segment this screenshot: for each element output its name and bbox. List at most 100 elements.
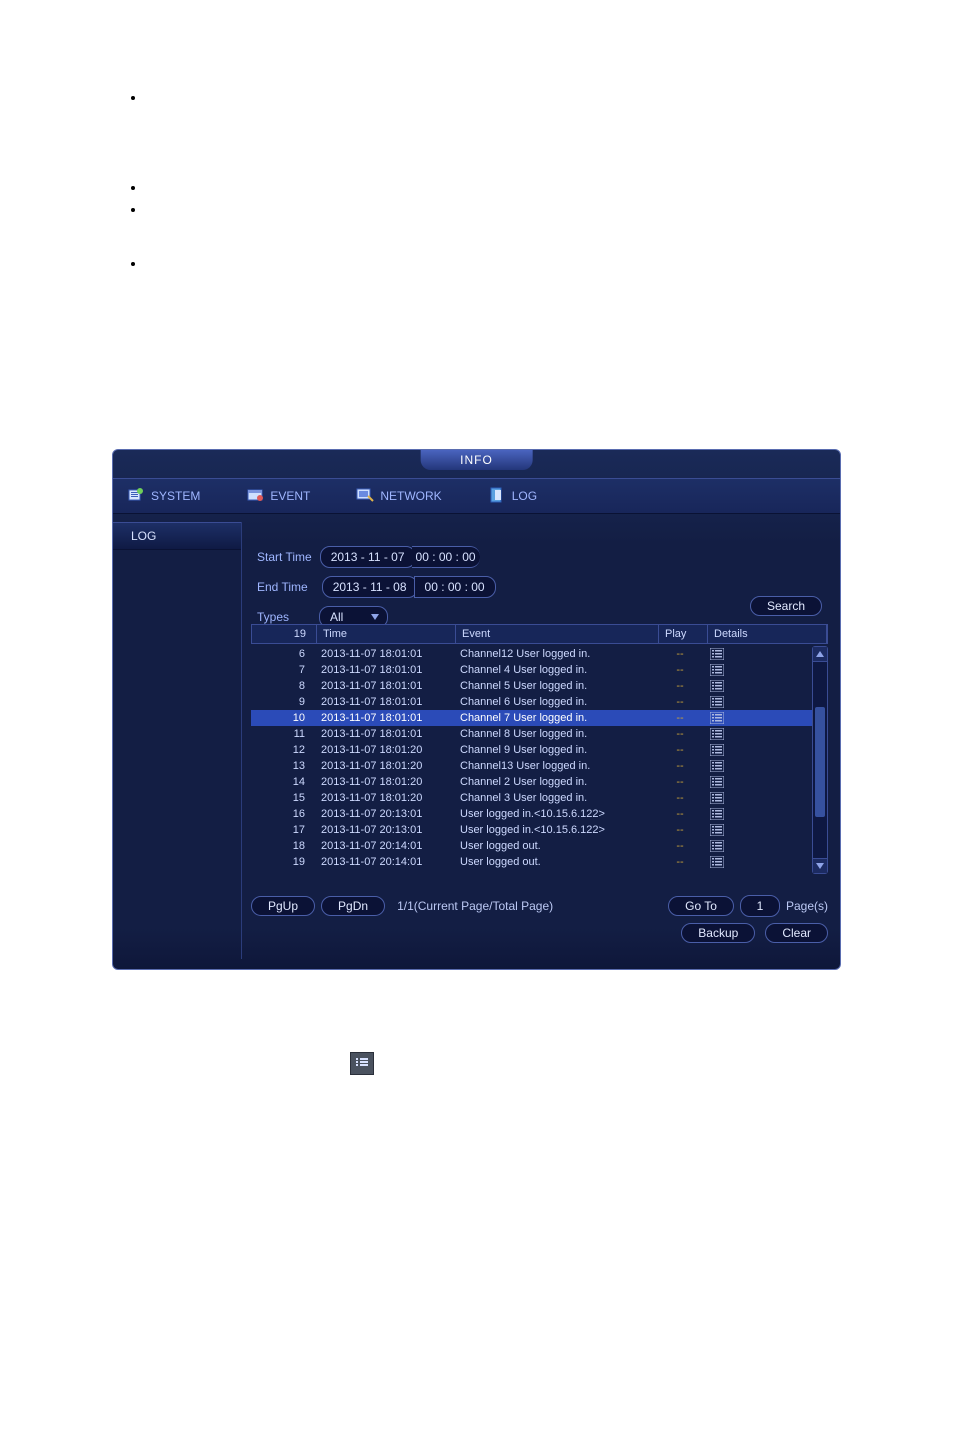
cell-index: 11 — [251, 728, 315, 740]
details-icon[interactable] — [710, 696, 724, 708]
cell-event: Channel 3 User logged in. — [454, 792, 656, 804]
col-time-header[interactable]: Time — [317, 625, 456, 643]
details-icon[interactable] — [710, 824, 724, 836]
details-icon[interactable] — [710, 664, 724, 676]
table-row[interactable]: 152013-11-07 18:01:20Channel 3 User logg… — [251, 790, 812, 806]
cell-time: 2013-11-07 18:01:20 — [315, 776, 454, 788]
cell-details[interactable] — [704, 824, 812, 836]
cell-details[interactable] — [704, 712, 812, 724]
clear-button[interactable]: Clear — [765, 923, 828, 943]
cell-details[interactable] — [704, 648, 812, 660]
grid-header: 19 Time Event Play Details — [251, 624, 828, 644]
cell-time: 2013-11-07 18:01:01 — [315, 680, 454, 692]
cell-event: Channel 5 User logged in. — [454, 680, 656, 692]
start-time-label: Start Time — [257, 550, 312, 564]
cell-index: 7 — [251, 664, 315, 676]
table-row[interactable]: 192013-11-07 20:14:01User logged out.-- — [251, 854, 812, 870]
table-row[interactable]: 92013-11-07 18:01:01Channel 6 User logge… — [251, 694, 812, 710]
table-row[interactable]: 102013-11-07 18:01:01Channel 7 User logg… — [251, 710, 812, 726]
count-header: 19 — [252, 625, 317, 643]
details-icon[interactable] — [710, 744, 724, 756]
scrollbar[interactable] — [812, 646, 828, 874]
end-date-input[interactable]: 2013 - 11 - 08 — [322, 576, 418, 598]
sidebar: LOG — [113, 522, 242, 959]
details-icon[interactable] — [710, 840, 724, 852]
pgdn-button[interactable]: PgDn — [321, 896, 385, 916]
details-icon[interactable] — [710, 776, 724, 788]
col-event-header[interactable]: Event — [456, 625, 659, 643]
details-icon[interactable] — [710, 712, 724, 724]
cell-event: Channel12 User logged in. — [454, 648, 656, 660]
details-icon[interactable] — [710, 856, 724, 868]
table-row[interactable]: 132013-11-07 18:01:20Channel13 User logg… — [251, 758, 812, 774]
cell-index: 19 — [251, 856, 315, 868]
cell-details[interactable] — [704, 776, 812, 788]
search-button[interactable]: Search — [750, 596, 822, 616]
bullet-item — [145, 202, 954, 212]
scroll-thumb[interactable] — [815, 707, 825, 817]
table-row[interactable]: 142013-11-07 18:01:20Channel 2 User logg… — [251, 774, 812, 790]
cell-event: Channel 6 User logged in. — [454, 696, 656, 708]
table-row[interactable]: 62013-11-07 18:01:01Channel12 User logge… — [251, 646, 812, 662]
page-number-input[interactable]: 1 — [740, 895, 780, 917]
end-time-row: End Time 2013 - 11 - 08 00 : 00 : 00 — [257, 576, 828, 598]
table-row[interactable]: 82013-11-07 18:01:01Channel 5 User logge… — [251, 678, 812, 694]
cell-time: 2013-11-07 20:13:01 — [315, 824, 454, 836]
start-time-input[interactable]: 00 : 00 : 00 — [412, 546, 480, 568]
details-icon[interactable] — [710, 728, 724, 740]
details-icon[interactable] — [710, 760, 724, 772]
log-icon — [488, 486, 506, 507]
details-icon[interactable] — [710, 680, 724, 692]
cell-details[interactable] — [704, 744, 812, 756]
details-icon[interactable] — [710, 648, 724, 660]
chevron-down-icon — [371, 614, 379, 620]
cell-details[interactable] — [704, 856, 812, 868]
backup-button[interactable]: Backup — [681, 923, 755, 943]
scroll-up-button[interactable] — [813, 647, 827, 662]
log-grid: 19 Time Event Play Details 62013-11-07 1… — [251, 624, 828, 874]
table-row[interactable]: 72013-11-07 18:01:01Channel 4 User logge… — [251, 662, 812, 678]
cell-details[interactable] — [704, 728, 812, 740]
table-row[interactable]: 182013-11-07 20:14:01User logged out.-- — [251, 838, 812, 854]
cell-details[interactable] — [704, 680, 812, 692]
sidebar-item-log[interactable]: LOG — [113, 522, 241, 550]
end-time-input[interactable]: 00 : 00 : 00 — [414, 576, 496, 598]
cell-details[interactable] — [704, 808, 812, 820]
types-label: Types — [257, 610, 289, 624]
pgup-button[interactable]: PgUp — [251, 896, 315, 916]
cell-event: User logged in.<10.15.6.122> — [454, 824, 656, 836]
col-play-header[interactable]: Play — [659, 625, 708, 643]
cell-play: -- — [656, 808, 704, 820]
tab-network[interactable]: NETWORK — [356, 486, 441, 507]
value: All — [330, 610, 343, 624]
tab-log[interactable]: LOG — [488, 486, 537, 507]
cell-play: -- — [656, 824, 704, 836]
details-icon[interactable] — [710, 808, 724, 820]
cell-index: 17 — [251, 824, 315, 836]
pages-suffix-label: Page(s) — [786, 899, 828, 913]
cell-index: 16 — [251, 808, 315, 820]
table-row[interactable]: 122013-11-07 18:01:20Channel 9 User logg… — [251, 742, 812, 758]
table-row[interactable]: 112013-11-07 18:01:01Channel 8 User logg… — [251, 726, 812, 742]
cell-play: -- — [656, 712, 704, 724]
table-row[interactable]: 172013-11-07 20:13:01User logged in.<10.… — [251, 822, 812, 838]
table-row[interactable]: 162013-11-07 20:13:01User logged in.<10.… — [251, 806, 812, 822]
cell-details[interactable] — [704, 792, 812, 804]
details-icon[interactable] — [710, 792, 724, 804]
cell-details[interactable] — [704, 840, 812, 852]
tab-system[interactable]: SYSTEM — [127, 486, 200, 507]
cell-details[interactable] — [704, 760, 812, 772]
value: 00 : 00 : 00 — [416, 550, 476, 564]
cell-details[interactable] — [704, 664, 812, 676]
col-details-header[interactable]: Details — [708, 625, 827, 643]
cell-details[interactable] — [704, 696, 812, 708]
goto-button[interactable]: Go To — [668, 896, 734, 916]
tab-event[interactable]: EVENT — [246, 486, 310, 507]
scroll-down-button[interactable] — [813, 858, 827, 873]
cell-play: -- — [656, 744, 704, 756]
cell-time: 2013-11-07 18:01:01 — [315, 712, 454, 724]
start-date-input[interactable]: 2013 - 11 - 07 — [320, 546, 416, 568]
cell-event: User logged out. — [454, 840, 656, 852]
panel-title: INFO — [420, 450, 533, 470]
cell-event: Channel 7 User logged in. — [454, 712, 656, 724]
